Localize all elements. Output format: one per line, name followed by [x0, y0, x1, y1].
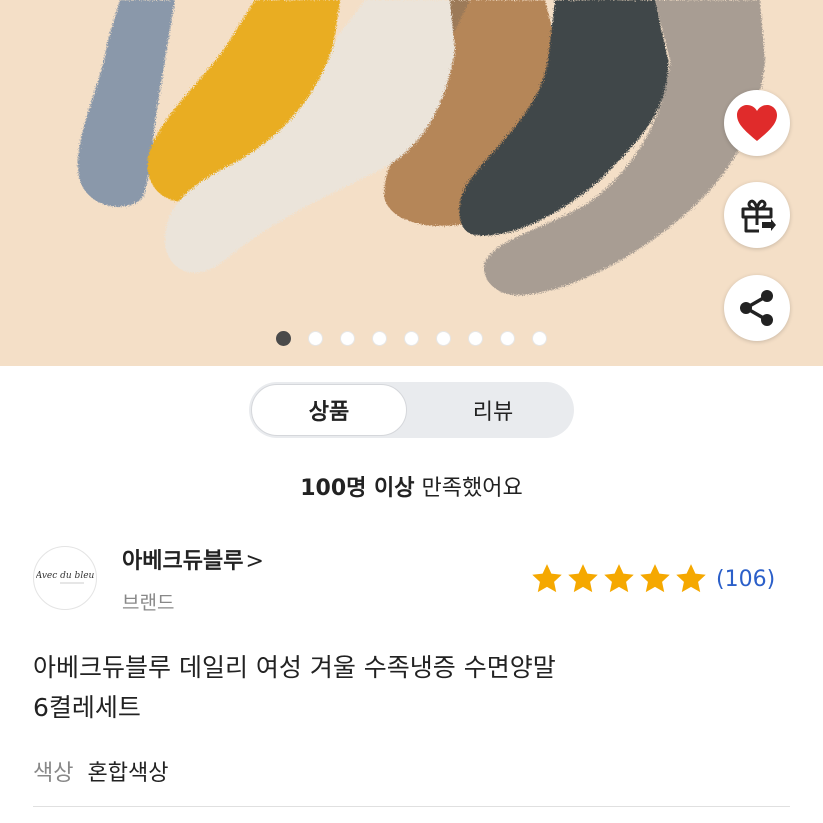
star-icon	[676, 564, 706, 593]
satisfaction-text: 100명 이상 만족했어요	[0, 470, 823, 502]
product-image[interactable]	[0, 0, 823, 366]
carousel-dot[interactable]	[436, 331, 451, 346]
svg-text:Avec du bleu: Avec du bleu	[36, 571, 94, 581]
star-icon	[604, 564, 634, 593]
segment-tabs: 상품 리뷰	[249, 382, 574, 438]
carousel-dot[interactable]	[500, 331, 515, 346]
product-title: 아베크듀블루 데일리 여성 겨울 수족냉증 수면양말 6켤레세트	[33, 648, 793, 728]
brand-link[interactable]: 아베크듀블루>	[122, 543, 264, 575]
brand-logo-mark: Avec du bleu	[36, 571, 94, 584]
star-icon	[568, 564, 598, 593]
chevron-right-icon: >	[245, 549, 264, 574]
review-count[interactable]: (106)	[716, 567, 775, 592]
gift-icon	[741, 199, 776, 233]
product-title-line: 아베크듀블루 데일리 여성 겨울 수족냉증 수면양말	[33, 653, 556, 682]
product-title-line: 6켤레세트	[33, 693, 141, 722]
share-icon	[740, 290, 773, 326]
tab-review[interactable]: 리뷰	[414, 382, 572, 438]
star-icon	[640, 564, 670, 593]
carousel-dot[interactable]	[372, 331, 387, 346]
option-value: 혼합색상	[87, 761, 169, 786]
satisfaction-highlight: 100명 이상	[300, 476, 415, 501]
like-button[interactable]	[724, 90, 790, 156]
socks-illustration	[77, 0, 765, 296]
star-icon	[532, 564, 562, 593]
heart-icon	[737, 105, 777, 141]
brand-logo[interactable]: Avec du bleu	[33, 546, 97, 610]
carousel-dot[interactable]	[340, 331, 355, 346]
carousel-dot[interactable]	[276, 331, 291, 346]
option-label: 색상	[33, 761, 74, 786]
satisfaction-rest: 만족했어요	[414, 476, 523, 501]
rating[interactable]: (106)	[530, 562, 775, 596]
brand-name: 아베크듀블루	[122, 549, 244, 574]
tab-product[interactable]: 상품	[251, 384, 407, 436]
carousel-dot[interactable]	[468, 331, 483, 346]
brand-type-label: 브랜드	[122, 592, 175, 614]
carousel-dot[interactable]	[404, 331, 419, 346]
gift-button[interactable]	[724, 182, 790, 248]
divider	[33, 806, 790, 807]
product-option: 색상 혼합색상	[33, 755, 168, 787]
carousel-indicator	[0, 331, 823, 349]
carousel-dot[interactable]	[308, 331, 323, 346]
carousel-dot[interactable]	[532, 331, 547, 346]
